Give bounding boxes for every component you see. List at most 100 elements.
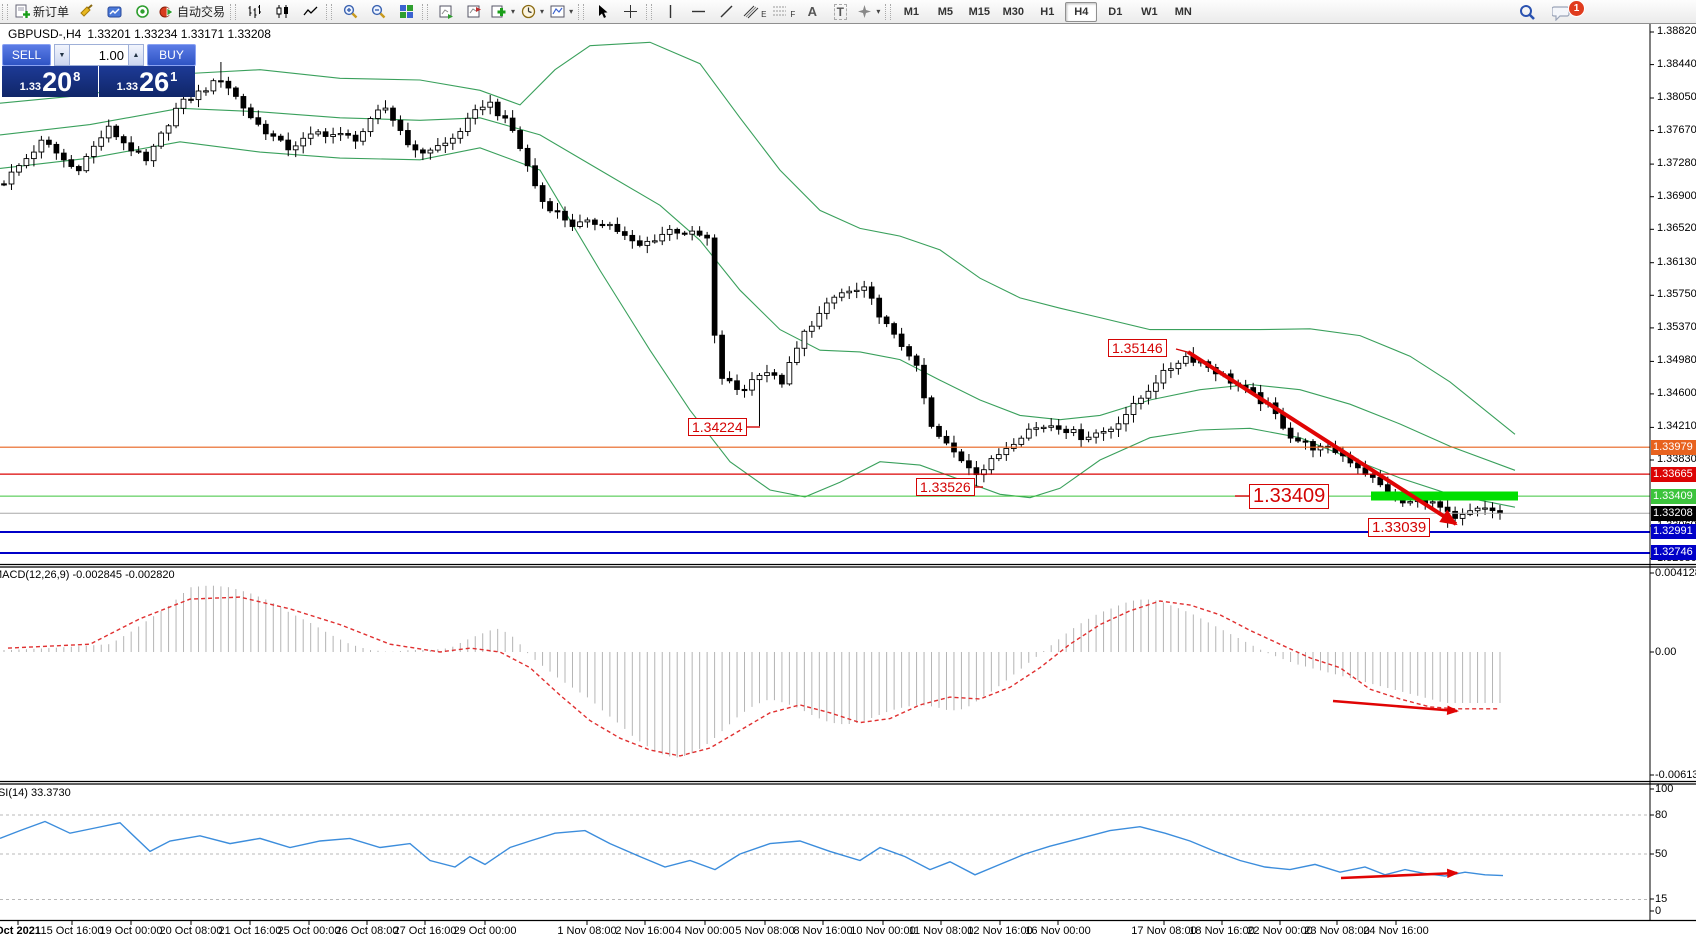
ask-sup: 1 (170, 69, 177, 84)
chart-shift-button[interactable] (460, 1, 488, 23)
timeframe-button-w1[interactable]: W1 (1133, 2, 1165, 22)
symbol-period: GBPUSD-,H4 (8, 27, 81, 41)
price-tick-label: 1.34600 (1657, 387, 1696, 399)
bid-sup: 8 (73, 69, 80, 84)
price-tick-label: 1.36130 (1657, 256, 1696, 268)
bollinger-lower (0, 142, 1515, 507)
market-watch-button[interactable] (100, 1, 128, 23)
timeframe-toolbar: M1M5M15M30H1H4D1W1MN (895, 2, 1199, 22)
ask-price[interactable]: 1.33 26 1 (99, 66, 195, 97)
search-button[interactable] (1513, 1, 1541, 23)
bar-chart-mode-button[interactable] (240, 1, 268, 23)
price-tick-label: 1.34980 (1657, 354, 1696, 366)
zoom-out-icon (371, 4, 386, 19)
candle-chart-mode-button[interactable] (268, 1, 296, 23)
template-button[interactable]: ▾ (547, 1, 576, 23)
macd-axis-label: 0.004128 (1655, 567, 1696, 579)
arrows-tool-button[interactable]: ▾ (854, 1, 883, 23)
add-indicator-button[interactable]: ▾ (488, 1, 518, 23)
volume-increase-button[interactable]: ▲ (128, 44, 144, 66)
channel-letter: E (761, 10, 766, 19)
timeframe-button-h4[interactable]: H4 (1065, 2, 1097, 22)
price-tick-label: 1.36900 (1657, 190, 1696, 202)
toolbar-gripper (2, 4, 8, 20)
zoom-in-icon (343, 4, 358, 19)
vertical-line-tool-button[interactable] (656, 1, 684, 23)
macd-indicator-label: MACD(12,26,9) -0.002845 -0.002820 (0, 569, 175, 581)
annotation-price-label[interactable]: 1.35146 (1108, 339, 1167, 357)
timeframe-button-m1[interactable]: M1 (895, 2, 927, 22)
sell-button[interactable]: SELL (2, 44, 51, 66)
timeframe-button-m5[interactable]: M5 (929, 2, 961, 22)
timeframe-button-m15[interactable]: M15 (963, 2, 995, 22)
zoom-in-button[interactable] (336, 1, 364, 23)
annotation-price-label[interactable]: 1.33039 (1368, 518, 1430, 537)
auto-scroll-button[interactable] (432, 1, 460, 23)
timeframe-button-m30[interactable]: M30 (997, 2, 1029, 22)
rsi-axis-label: 15 (1655, 893, 1667, 905)
volume-decrease-button[interactable]: ▼ (54, 44, 70, 66)
macd-axis-label: -0.006132 (1655, 769, 1696, 781)
new-order-icon (15, 4, 30, 19)
template-icon (550, 4, 565, 19)
trendline-tool-button[interactable] (712, 1, 740, 23)
price-axis-badge: 1.33409 (1651, 489, 1696, 504)
equidistant-channel-tool-button[interactable]: E (740, 1, 769, 23)
line-chart-mode-button[interactable] (296, 1, 324, 23)
price-tick-label: 1.33830 (1657, 453, 1696, 465)
buy-button[interactable]: BUY (147, 44, 196, 66)
timeframe-button-d1[interactable]: D1 (1099, 2, 1131, 22)
period-button[interactable]: ▾ (518, 1, 547, 23)
crosshair-tool-button[interactable] (616, 1, 644, 23)
chart-window[interactable]: GBPUSD-,H41.33201 1.33234 1.33171 1.3320… (0, 24, 1696, 941)
rsi-line (0, 822, 1503, 877)
fibonacci-tool-button[interactable]: F (769, 1, 798, 23)
tile-windows-button[interactable] (392, 1, 420, 23)
text-label-tool-button[interactable]: T (826, 1, 854, 23)
price-axis-badge: 1.33979 (1651, 440, 1696, 455)
price-tick-label: 1.36520 (1657, 222, 1696, 234)
ask-big: 26 (139, 69, 169, 96)
notifications-button[interactable]: 1 (1541, 1, 1581, 23)
macd-axis-label: 0.00 (1655, 646, 1676, 658)
horizontal-line-icon (691, 5, 706, 18)
text-tool-button[interactable]: A (798, 1, 826, 23)
time-axis-label: 29 Oct 00:00 (445, 925, 525, 937)
autotrade-button[interactable]: 自动交易 (156, 1, 228, 23)
price-tick-label: 1.37670 (1657, 124, 1696, 136)
fibonacci-letter: F (790, 10, 795, 19)
one-click-trade-panel: SELL ▼ ▲ BUY 1.33 20 8 1.33 26 1 (2, 44, 196, 97)
signal-icon (135, 4, 150, 19)
support-zone-bar[interactable] (1371, 492, 1518, 501)
chart-title: GBPUSD-,H41.33201 1.33234 1.33171 1.3320… (8, 27, 277, 41)
price-tick-label: 1.35370 (1657, 321, 1696, 333)
toolbar-gripper (578, 4, 584, 20)
cleanup-button[interactable] (72, 1, 100, 23)
price-tick-label: 1.34210 (1657, 420, 1696, 432)
rsi-axis-label: 50 (1655, 848, 1667, 860)
volume-input[interactable] (70, 44, 128, 66)
annotation-price-label[interactable]: 1.33526 (916, 478, 975, 496)
price-axis-badge: 1.32991 (1651, 524, 1696, 539)
cursor-tool-button[interactable] (588, 1, 616, 23)
chart-shift-icon (467, 4, 482, 19)
rsi-axis-label: 100 (1655, 783, 1673, 795)
timeframe-button-mn[interactable]: MN (1167, 2, 1199, 22)
annotation-price-label[interactable]: 1.33409 (1249, 484, 1329, 509)
toolbar-gripper (230, 4, 236, 20)
horizontal-line-tool-button[interactable] (684, 1, 712, 23)
channel-icon (743, 4, 760, 19)
timeframe-button-h1[interactable]: H1 (1031, 2, 1063, 22)
bid-price[interactable]: 1.33 20 8 (2, 66, 98, 97)
cursor-icon (596, 4, 609, 19)
new-order-button[interactable]: 新订单 (12, 1, 72, 23)
broom-icon (79, 4, 94, 19)
bid-prefix: 1.33 (20, 81, 41, 93)
rsi-indicator-label: RSI(14) 33.3730 (0, 787, 71, 799)
annotation-price-label[interactable]: 1.34224 (688, 418, 747, 436)
signals-button[interactable] (128, 1, 156, 23)
chevron-down-icon: ▾ (540, 7, 544, 16)
zoom-out-button[interactable] (364, 1, 392, 23)
text-tool-icon: A (808, 4, 817, 19)
chart-canvas[interactable] (0, 24, 1696, 941)
